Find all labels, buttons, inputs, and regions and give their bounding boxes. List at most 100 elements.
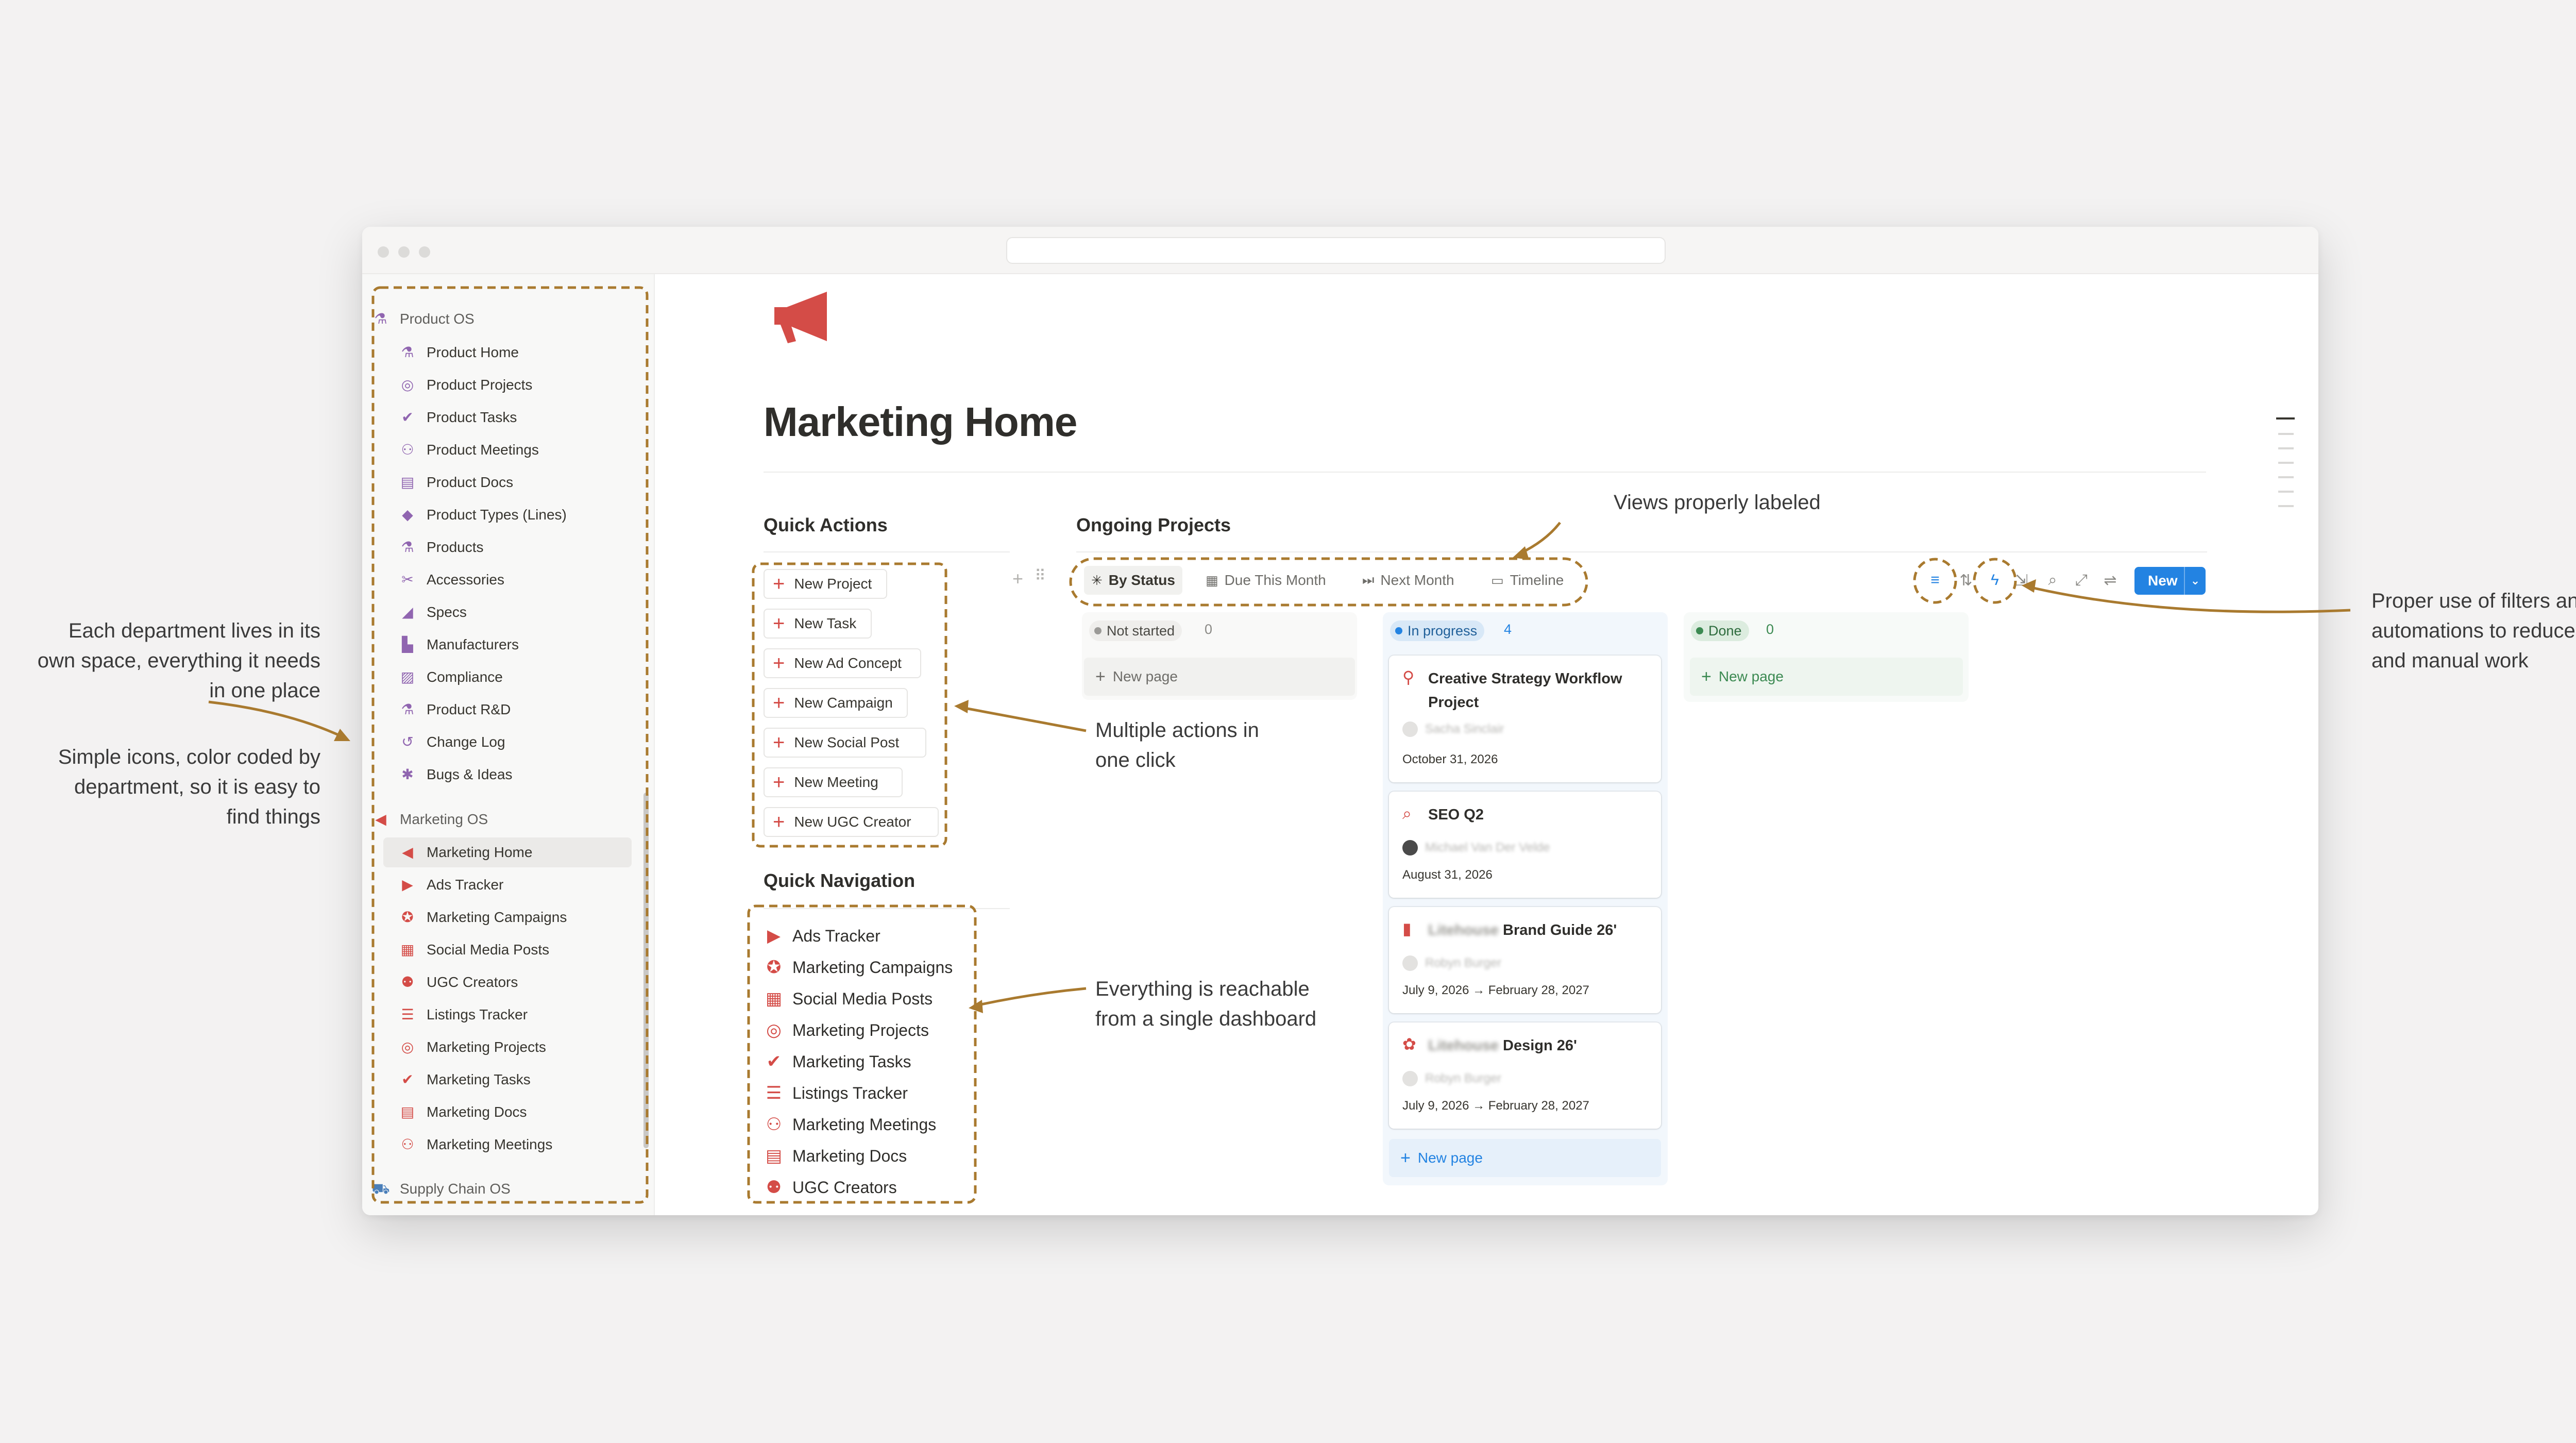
- title-bar: [362, 227, 2318, 274]
- sidebar-item-ugc-creators[interactable]: ⚉ UGC Creators: [383, 967, 641, 997]
- project-card[interactable]: ▮ Litehouse Brand Guide 26' Robyn Burger…: [1389, 907, 1661, 1013]
- address-bar[interactable]: [1006, 237, 1666, 264]
- sidebar-item-product-r-d[interactable]: ⚗ Product R&D: [383, 695, 641, 725]
- filter-icon[interactable]: ≡: [1925, 570, 1945, 591]
- new-social-post-button[interactable]: + New Social Post: [764, 728, 926, 758]
- sidebar-item-marketing-campaigns[interactable]: ✪ Marketing Campaigns: [383, 902, 641, 932]
- tab-timeline[interactable]: ▭ Timeline: [1484, 566, 1571, 595]
- new-task-button[interactable]: + New Task: [764, 609, 872, 639]
- tab-by-status[interactable]: ✳ By Status: [1084, 566, 1182, 595]
- new-campaign-button[interactable]: + New Campaign: [764, 688, 908, 718]
- drag-handle-icon[interactable]: ⠿: [1035, 567, 1046, 585]
- flask-icon: ⚗: [401, 344, 414, 360]
- search-icon[interactable]: ⌕: [2042, 570, 2063, 591]
- sidebar-item-marketing-docs[interactable]: ▤ Marketing Docs: [383, 1097, 641, 1127]
- annotation-reachable: Everything is reachable from a single da…: [1095, 978, 1317, 1030]
- toc-marker[interactable]: [2278, 476, 2294, 478]
- nav-link-marketing-tasks[interactable]: ✔ Marketing Tasks: [764, 1046, 911, 1077]
- nav-link-social-media-posts[interactable]: ▦ Social Media Posts: [764, 983, 933, 1014]
- new-ugc-creator-button[interactable]: + New UGC Creator: [764, 807, 939, 837]
- sidebar-item-accessories[interactable]: ✂ Accessories: [383, 565, 641, 595]
- sidebar-scrollbar[interactable]: [643, 793, 649, 1148]
- sidebar-item-product-projects[interactable]: ◎ Product Projects: [383, 370, 641, 400]
- sidebar-item-product-tasks[interactable]: ✔ Product Tasks: [383, 402, 641, 432]
- toc-marker[interactable]: [2278, 491, 2294, 493]
- lightning-icon[interactable]: ϟ: [1985, 570, 2005, 591]
- sidebar-item-marketing-home[interactable]: ◀ Marketing Home: [383, 837, 632, 867]
- nav-link-marketing-campaigns[interactable]: ✪ Marketing Campaigns: [764, 952, 953, 983]
- sidebar-item-product-meetings[interactable]: ⚇ Product Meetings: [383, 435, 641, 465]
- nav-link-ads-tracker[interactable]: ▶ Ads Tracker: [764, 920, 880, 951]
- sidebar-section-marketing-os[interactable]: ◀ Marketing OS: [372, 804, 630, 834]
- quick-actions-divider: [764, 551, 1010, 552]
- sidebar-item-label: Product Docs: [427, 474, 514, 490]
- tab-next-month[interactable]: ⏭ Next Month: [1355, 566, 1462, 595]
- new-page-not-started[interactable]: + New page: [1084, 658, 1355, 696]
- scissors-icon: ✂: [401, 572, 414, 588]
- megaphone-icon: ◀: [375, 811, 386, 827]
- maximize-window-dot[interactable]: [419, 246, 430, 258]
- close-window-dot[interactable]: [378, 246, 389, 258]
- sort-icon[interactable]: ⇅: [1956, 570, 1976, 591]
- new-project-button[interactable]: + New Project: [764, 569, 887, 599]
- card-assignee: Robyn Burger: [1402, 1071, 1501, 1086]
- plus-icon: +: [773, 771, 785, 794]
- project-card[interactable]: ⚲ Creative Strategy Workflow Project Sac…: [1389, 656, 1661, 782]
- new-button[interactable]: New ⌄: [2134, 567, 2206, 595]
- add-block-icon[interactable]: +: [1012, 568, 1023, 590]
- toc-marker[interactable]: [2278, 462, 2294, 464]
- sidebar-section-supply-chain-os[interactable]: ⛟ Supply Chain OS: [371, 1174, 630, 1204]
- nav-link-marketing-meetings[interactable]: ⚇ Marketing Meetings: [764, 1109, 936, 1140]
- nav-link-listings-tracker[interactable]: ☰ Listings Tracker: [764, 1078, 908, 1109]
- nav-link-ugc-creators[interactable]: ⚉ UGC Creators: [764, 1172, 897, 1203]
- toc-marker[interactable]: [2278, 505, 2294, 507]
- sidebar-item-manufacturers[interactable]: ▙ Manufacturers: [383, 630, 641, 660]
- new-meeting-button[interactable]: + New Meeting: [764, 767, 903, 797]
- sidebar-item-label: Marketing Meetings: [427, 1136, 553, 1152]
- check-circle-icon: ✔: [401, 1071, 414, 1087]
- sidebar-item-social-media-posts[interactable]: ▦ Social Media Posts: [383, 935, 641, 965]
- sidebar-item-ads-tracker[interactable]: ▶ Ads Tracker: [383, 870, 641, 900]
- sidebar-item-label: Products: [427, 539, 484, 555]
- settings-icon[interactable]: ⇌: [2100, 570, 2121, 591]
- toc-marker[interactable]: [2278, 447, 2294, 449]
- new-ad-concept-button[interactable]: + New Ad Concept: [764, 648, 921, 678]
- project-card[interactable]: ✿ Litehouse Design 26' Robyn Burger July…: [1389, 1022, 1661, 1129]
- bug-icon: ✱: [401, 766, 414, 782]
- annotation-multiple-actions: Multiple actions in one click: [1095, 719, 1259, 771]
- new-page-done[interactable]: + New page: [1690, 658, 1963, 696]
- sidebar-item-bugs-ideas[interactable]: ✱ Bugs & Ideas: [383, 760, 641, 790]
- expand-icon[interactable]: ⤢: [2071, 570, 2092, 591]
- annotation-department-space: Each department lives in its own space, …: [37, 619, 320, 702]
- sidebar-item-marketing-meetings[interactable]: ⚇ Marketing Meetings: [383, 1130, 641, 1160]
- sidebar-item-product-home[interactable]: ⚗ Product Home: [383, 338, 641, 367]
- sidebar-item-marketing-tasks[interactable]: ✔ Marketing Tasks: [383, 1065, 641, 1095]
- sidebar-item-change-log[interactable]: ↺ Change Log: [383, 727, 641, 757]
- sidebar-item-compliance[interactable]: ▨ Compliance: [383, 662, 641, 692]
- sidebar-item-product-types-lines-[interactable]: ◆ Product Types (Lines): [383, 500, 641, 530]
- nav-link-marketing-docs[interactable]: ▤ Marketing Docs: [764, 1140, 907, 1171]
- chevron-down-icon[interactable]: ⌄: [2185, 574, 2206, 588]
- sidebar-item-specs[interactable]: ◢ Specs: [383, 597, 641, 627]
- sidebar-item-product-docs[interactable]: ▤ Product Docs: [383, 467, 641, 497]
- card-assignee: Robyn Burger: [1402, 955, 1501, 971]
- plus-icon: +: [773, 731, 785, 754]
- creator-icon: ⚉: [401, 974, 414, 990]
- docs-icon: ▤: [400, 474, 415, 490]
- card-date: July 9, 2026 → February 28, 2027: [1402, 1099, 1589, 1113]
- sidebar-item-listings-tracker[interactable]: ☰ Listings Tracker: [383, 1000, 641, 1030]
- toc-marker[interactable]: [2278, 433, 2294, 435]
- properties-icon[interactable]: ⇲: [2011, 570, 2032, 591]
- tab-due-this-month[interactable]: ▦ Due This Month: [1198, 566, 1333, 595]
- sidebar-section-product-os[interactable]: ⚗ Product OS: [372, 304, 630, 334]
- nav-link-marketing-projects[interactable]: ◎ Marketing Projects: [764, 1015, 929, 1046]
- sidebar-item-products[interactable]: ⚗ Products: [383, 532, 641, 562]
- sidebar-item-label: Product Projects: [427, 377, 533, 393]
- sidebar-item-marketing-projects[interactable]: ◎ Marketing Projects: [383, 1032, 641, 1062]
- sidebar-item-label: Accessories: [427, 572, 504, 588]
- project-card[interactable]: ⌕ SEO Q2 Michael Van Der Velde August 31…: [1389, 792, 1661, 898]
- toc-marker[interactable]: [2276, 417, 2295, 420]
- new-page-in-progress[interactable]: + New page: [1389, 1139, 1661, 1177]
- campaign-icon: ✪: [401, 909, 414, 925]
- minimize-window-dot[interactable]: [398, 246, 410, 258]
